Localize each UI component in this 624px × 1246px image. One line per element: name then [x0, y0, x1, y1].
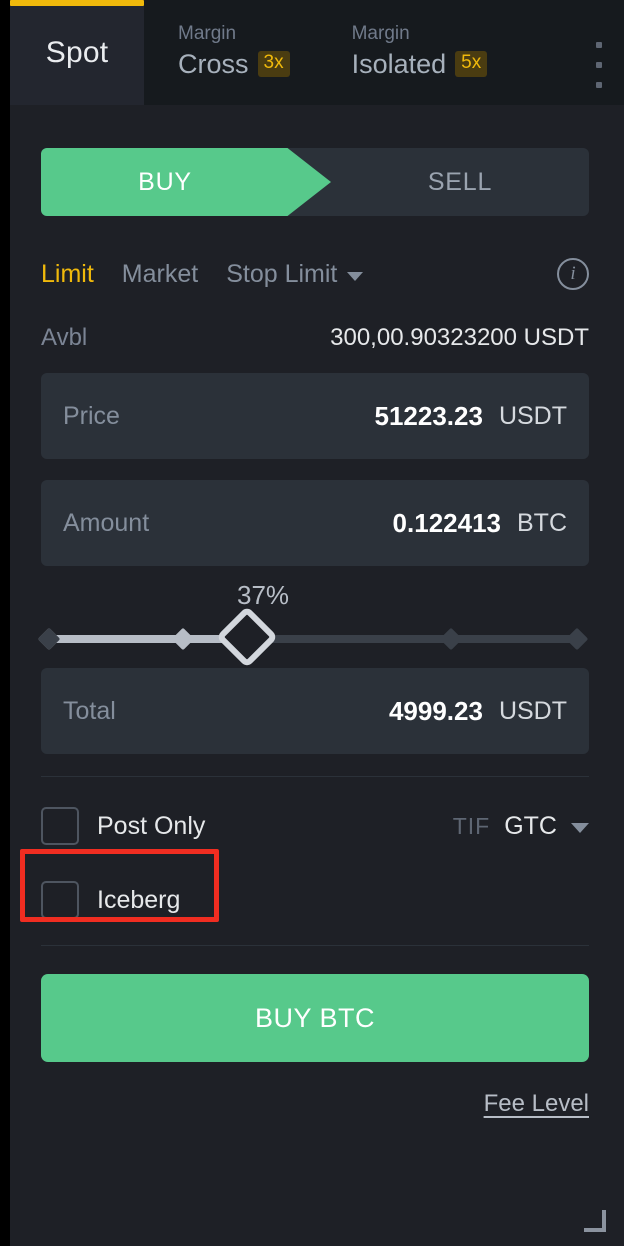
tab-spot-active-indicator	[10, 0, 144, 6]
order-type-market[interactable]: Market	[122, 260, 198, 289]
slider-fill	[47, 635, 245, 643]
order-entry-panel: Spot Margin Cross 3x Margin Isolated 5x	[10, 0, 624, 1246]
total-unit: USDT	[498, 696, 567, 725]
total-value: 4999.23	[388, 695, 483, 726]
tab-spot[interactable]: Spot	[10, 0, 144, 105]
price-input[interactable]: Price 51223.23 USDT	[41, 373, 589, 459]
amount-value: 0.122413	[392, 507, 501, 538]
iceberg-row: Iceberg	[41, 869, 589, 931]
tab-margin-isolated-sublabel: Margin	[351, 23, 410, 44]
buy-tab-label: BUY	[138, 167, 192, 196]
tif-label: TIF	[452, 812, 491, 839]
slider-tick-75[interactable]	[439, 627, 463, 651]
buy-tab[interactable]: BUY	[41, 148, 331, 216]
amount-input[interactable]: Amount 0.122413 BTC	[41, 480, 589, 566]
slider-tick-50[interactable]	[37, 627, 61, 651]
tif-selector[interactable]: TIF GTC	[453, 812, 589, 841]
options-divider-bottom	[41, 945, 589, 946]
chevron-down-icon	[571, 823, 589, 833]
sell-tab[interactable]: SELL	[331, 148, 589, 216]
order-type-stop-limit-label: Stop Limit	[226, 259, 338, 288]
tab-margin-isolated[interactable]: Margin Isolated 5x	[290, 0, 488, 80]
chevron-down-icon	[347, 271, 364, 281]
resize-corner-icon[interactable]	[584, 1210, 606, 1232]
available-balance-value: 300,00.90323200 USDT	[330, 324, 589, 351]
kebab-dot	[596, 62, 602, 68]
available-balance-row: Avbl 300,00.90323200 USDT	[41, 324, 589, 352]
tab-margin-cross-leverage-badge: 3x	[257, 51, 290, 77]
fee-level-link[interactable]: Fee Level	[484, 1090, 589, 1118]
fee-level-row: Fee Level	[41, 1090, 589, 1118]
tab-margin-cross-sublabel: Margin	[178, 23, 237, 44]
info-icon[interactable]: i	[557, 258, 589, 290]
amount-percent-slider[interactable]: 37%	[37, 580, 589, 669]
trading-mode-tabbar: Spot Margin Cross 3x Margin Isolated 5x	[10, 0, 624, 105]
buy-sell-toggle: BUY SELL	[41, 148, 589, 216]
order-type-limit[interactable]: Limit	[41, 260, 94, 289]
tab-margin-isolated-label: Isolated	[351, 49, 447, 79]
price-value: 51223.23	[374, 400, 483, 431]
slider-tick-25[interactable]	[171, 627, 195, 651]
tab-margin-cross[interactable]: Margin Cross 3x	[144, 0, 290, 80]
kebab-dot	[596, 42, 602, 48]
total-label: Total	[63, 696, 116, 725]
price-label: Price	[63, 401, 120, 430]
kebab-menu-icon[interactable]	[592, 42, 606, 88]
slider-percent-label: 37%	[237, 580, 290, 610]
post-only-checkbox[interactable]	[41, 807, 79, 845]
submit-order-button[interactable]: BUY BTC	[41, 974, 589, 1062]
kebab-dot	[596, 82, 602, 88]
tab-spot-label: Spot	[45, 35, 109, 69]
app-root: Spot Margin Cross 3x Margin Isolated 5x	[0, 0, 624, 1246]
iceberg-label: Iceberg	[97, 885, 181, 914]
order-type-tabs: Limit Market Stop Limit i	[41, 254, 589, 294]
slider-track[interactable]	[47, 635, 583, 643]
price-unit: USDT	[498, 401, 567, 430]
options-divider-top	[41, 776, 589, 777]
iceberg-checkbox[interactable]	[41, 881, 79, 919]
available-balance-label: Avbl	[41, 324, 88, 351]
post-only-row: Post Only TIF GTC	[41, 795, 589, 857]
margin-tabs-group: Margin Cross 3x Margin Isolated 5x	[144, 0, 624, 105]
amount-unit: BTC	[517, 508, 567, 537]
order-form: BUY SELL Limit Market Stop Limit i Avbl	[10, 105, 624, 1118]
tif-value: GTC	[504, 811, 557, 840]
post-only-label: Post Only	[97, 811, 206, 840]
sell-tab-label: SELL	[427, 167, 493, 196]
slider-handle[interactable]	[215, 605, 279, 669]
total-input[interactable]: Total 4999.23 USDT	[41, 668, 589, 754]
slider-tick-100[interactable]	[565, 627, 589, 651]
tab-margin-cross-label: Cross	[178, 49, 249, 79]
amount-label: Amount	[63, 508, 150, 537]
order-type-stop-limit[interactable]: Stop Limit	[226, 259, 364, 289]
tab-margin-isolated-leverage-badge: 5x	[455, 51, 488, 77]
